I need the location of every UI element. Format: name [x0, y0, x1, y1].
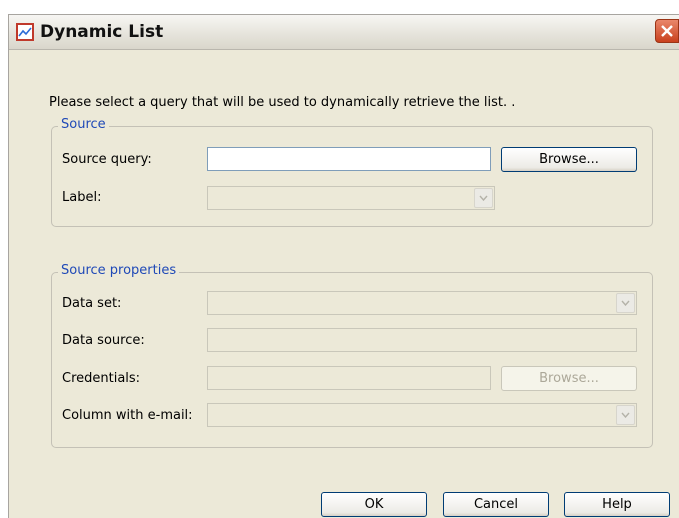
- close-button[interactable]: [655, 19, 679, 43]
- label-label: Label:: [62, 190, 102, 205]
- chevron-down-icon[interactable]: [474, 188, 493, 208]
- window-title: Dynamic List: [40, 22, 164, 42]
- credentials-browse-button[interactable]: Browse...: [501, 366, 637, 391]
- cancel-button[interactable]: Cancel: [443, 492, 549, 517]
- dialog-content: Please select a query that will be used …: [9, 50, 679, 518]
- source-query-input[interactable]: [207, 147, 491, 171]
- source-group: [51, 126, 653, 227]
- data-source-input[interactable]: [207, 328, 637, 352]
- chart-window-icon: [16, 23, 34, 41]
- help-button[interactable]: Help: [564, 492, 670, 517]
- column-email-select[interactable]: [207, 403, 637, 427]
- data-source-label: Data source:: [62, 333, 145, 348]
- ok-button[interactable]: OK: [321, 492, 427, 517]
- source-browse-button[interactable]: Browse...: [501, 147, 637, 172]
- data-set-label: Data set:: [62, 296, 122, 311]
- chevron-down-icon[interactable]: [616, 405, 635, 425]
- source-properties-legend: Source properties: [58, 263, 180, 278]
- column-email-label: Column with e-mail:: [62, 408, 193, 423]
- title-bar: Dynamic List: [9, 15, 679, 50]
- credentials-input[interactable]: [207, 366, 491, 390]
- instruction-text: Please select a query that will be used …: [49, 95, 516, 110]
- credentials-label: Credentials:: [62, 371, 141, 386]
- close-icon: [661, 25, 673, 37]
- dynamic-list-dialog: Dynamic List Please select a query that …: [8, 14, 679, 518]
- data-set-select[interactable]: [207, 291, 637, 315]
- chevron-down-icon[interactable]: [616, 293, 635, 313]
- label-select[interactable]: [207, 186, 495, 210]
- source-query-label: Source query:: [62, 152, 152, 167]
- source-legend: Source: [58, 117, 109, 132]
